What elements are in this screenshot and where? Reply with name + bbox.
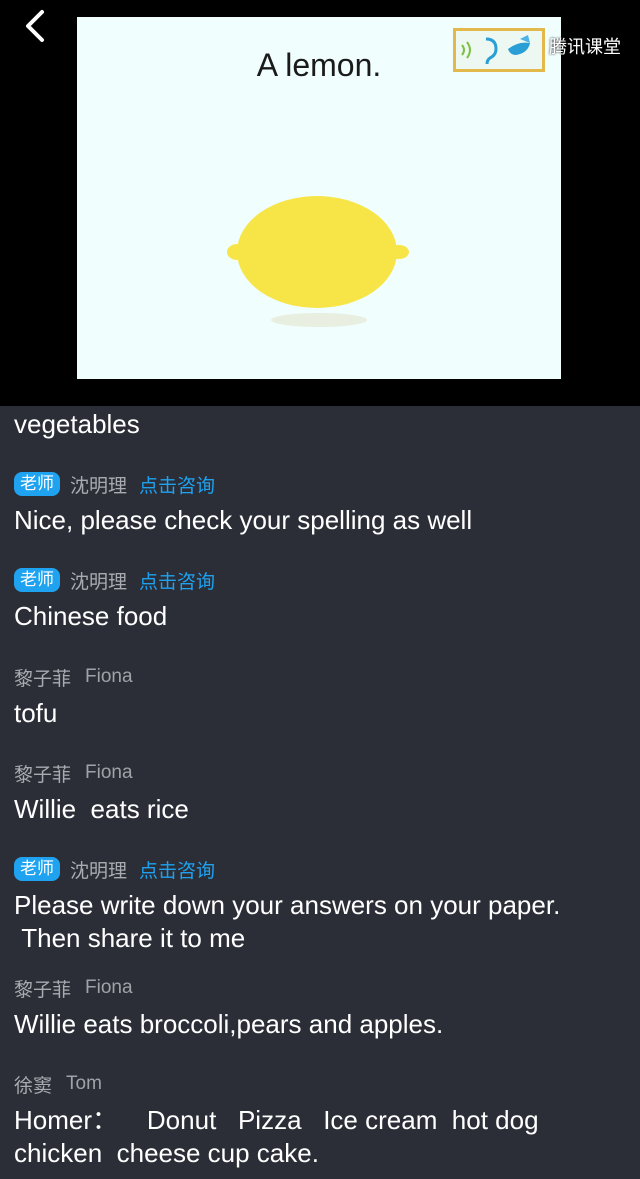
message-meta: 老师 沈明理 点击咨询 xyxy=(14,855,626,883)
sender-name: 沈明理 xyxy=(70,475,128,497)
sender-name: 黎子菲 xyxy=(14,764,72,786)
logo-badge xyxy=(453,28,545,72)
list-item: 老师 沈明理 点击咨询 Nice, please check your spel… xyxy=(14,470,626,537)
message-meta: 老师 沈明理 点击咨询 xyxy=(14,470,626,498)
message-meta: 黎子菲 Fiona xyxy=(14,974,626,1002)
sender-name: 黎子菲 xyxy=(14,979,72,1001)
chat-list[interactable]: vegetables 老师 沈明理 点击咨询 Nice, please chec… xyxy=(0,406,640,1179)
list-item: 徐窦 Tom Homer： Donut Pizza Ice cream hot … xyxy=(14,1070,626,1170)
message-text: Chinese food xyxy=(14,601,168,631)
list-item: 老师 沈明理 点击咨询 Please write down your answe… xyxy=(14,855,626,955)
list-item: 黎子菲 Fiona Willie eats rice xyxy=(14,759,626,826)
message-text: Please write down your answers on your p… xyxy=(14,890,561,953)
logo-text: 腾讯课堂 xyxy=(549,37,621,57)
message-meta: 老师 沈明理 点击咨询 xyxy=(14,566,626,594)
message-text: Willie eats broccoli,pears and apples. xyxy=(14,1009,444,1039)
message-text: vegetables xyxy=(14,409,140,439)
message-text: tofu xyxy=(14,698,58,728)
sender-english-name: Fiona xyxy=(85,762,133,783)
consult-link[interactable]: 点击咨询 xyxy=(139,856,215,883)
teacher-badge: 老师 xyxy=(14,857,60,881)
list-item: 黎子菲 Fiona tofu xyxy=(14,663,626,730)
sender-english-name: Fiona xyxy=(85,666,133,687)
list-item: vegetables xyxy=(14,408,626,441)
message-text: Homer： Donut Pizza Ice cream hot dog chi… xyxy=(14,1105,539,1168)
list-item: 老师 沈明理 点击咨询 Chinese food xyxy=(14,566,626,633)
message-meta: 徐窦 Tom xyxy=(14,1070,626,1098)
sender-name: 沈明理 xyxy=(70,571,128,593)
sender-name: 徐窦 xyxy=(14,1075,53,1097)
teacher-badge: 老师 xyxy=(14,568,60,592)
list-item: 黎子菲 Fiona Willie eats broccoli,pears and… xyxy=(14,974,626,1041)
sender-name: 黎子菲 xyxy=(14,668,72,690)
logo-icon xyxy=(461,35,530,65)
consult-link[interactable]: 点击咨询 xyxy=(139,471,215,498)
message-text: Nice, please check your spelling as well xyxy=(14,505,473,535)
chevron-left-icon xyxy=(26,10,44,42)
message-text: Willie eats rice xyxy=(14,794,189,824)
consult-link[interactable]: 点击咨询 xyxy=(139,567,215,594)
teacher-badge: 老师 xyxy=(14,472,60,496)
back-button[interactable] xyxy=(18,8,54,44)
lemon-image xyxy=(227,196,409,327)
sender-english-name: Tom xyxy=(66,1073,102,1094)
sender-name: 沈明理 xyxy=(70,860,128,882)
message-meta: 黎子菲 Fiona xyxy=(14,663,626,691)
message-meta: 黎子菲 Fiona xyxy=(14,759,626,787)
video-area: A lemon. 腾讯课堂 xyxy=(0,0,640,406)
sender-english-name: Fiona xyxy=(85,977,133,998)
